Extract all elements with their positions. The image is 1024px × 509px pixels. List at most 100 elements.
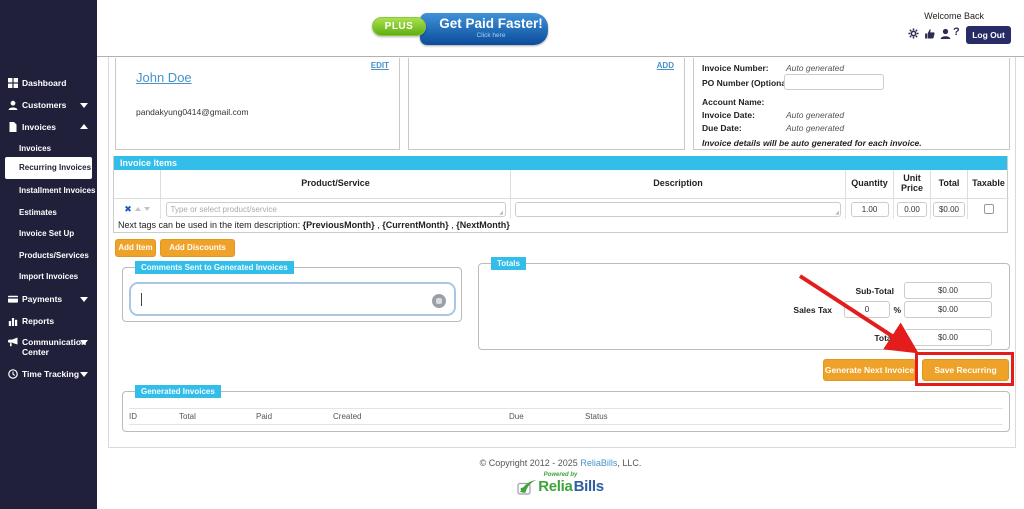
generated-invoices-section: Generated Invoices ID Total Paid Created… (122, 391, 1010, 432)
invoice-date-value: Auto generated (786, 110, 844, 120)
customer-email: pandakyung0414@gmail.com (136, 107, 249, 117)
product-service-input[interactable] (166, 202, 506, 217)
sidebar-item-label: Payments (22, 294, 62, 304)
welcome-back-text: Welcome Back (924, 11, 984, 21)
invoice-number-label: Invoice Number: (702, 63, 769, 73)
col-header-quantity: Quantity (846, 170, 894, 199)
customers-icon (8, 100, 18, 110)
totals-section: Totals Sub-Total Sales Tax % Total (478, 263, 1010, 350)
sidebar-item-dashboard[interactable]: Dashboard (0, 77, 97, 91)
add-discounts-button[interactable]: Add Discounts (160, 239, 235, 257)
gi-col-due: Due (509, 412, 524, 421)
col-header-description: Description (511, 170, 846, 199)
item-total-input[interactable] (933, 202, 965, 217)
reliabills-logo-icon (517, 479, 537, 495)
invoice-number-value: Auto generated (786, 63, 844, 73)
delete-item-icon[interactable]: ✖ (124, 204, 132, 215)
total-label: Total (874, 333, 894, 343)
logout-button[interactable]: Log Out (966, 26, 1011, 44)
edit-customer-link[interactable]: EDIT (371, 61, 389, 70)
account-name-label: Account Name: (702, 97, 764, 107)
totals-title: Totals (491, 257, 526, 270)
move-up-icon[interactable] (135, 207, 141, 211)
gi-col-created: Created (333, 412, 361, 421)
invoice-items-header: Invoice Items (114, 156, 1007, 170)
sidebar-subitem-products-services[interactable]: Products/Services (0, 250, 97, 263)
taxable-checkbox[interactable] (984, 204, 994, 214)
gi-col-status: Status (585, 412, 608, 421)
sales-tax-rate-input[interactable] (844, 301, 890, 318)
col-header-product: Product/Service (161, 170, 511, 199)
sidebar-subitem-installment-invoices[interactable]: Installment Invoices (0, 185, 97, 198)
tag-previous-month: {PreviousMonth} (303, 220, 375, 230)
megaphone-icon (8, 337, 18, 347)
sidebar-item-label: Reports (22, 316, 54, 326)
chevron-up-icon (80, 124, 88, 129)
gear-icon[interactable] (908, 28, 919, 39)
item-row-actions: ✖ (114, 199, 161, 219)
due-date-value: Auto generated (786, 123, 844, 133)
emoji-icon[interactable] (432, 294, 446, 308)
tags-note: Next tags can be used in the item descri… (118, 220, 510, 230)
chevron-down-icon (80, 340, 88, 345)
move-down-icon[interactable] (144, 207, 150, 211)
sidebar-subitem-recurring-invoices-active[interactable]: Recurring Invoices (5, 157, 92, 179)
sidebar-item-label: Invoices (22, 122, 56, 132)
plus-badge[interactable]: PLUS (372, 17, 426, 36)
app-root: Dashboard Customers Invoices Invoices Re… (0, 0, 1024, 509)
percent-sign: % (893, 305, 901, 315)
item-row-total-cell (931, 199, 968, 219)
sidebar-subitem-invoice-set-up[interactable]: Invoice Set Up (0, 228, 97, 241)
sidebar-subitem-import-invoices[interactable]: Import Invoices (0, 271, 97, 284)
sidebar-item-label: Communication Center (22, 337, 78, 357)
footer: © Copyright 2012 - 2025 ReliaBills, LLC.… (97, 458, 1024, 495)
sidebar-item-payments[interactable]: Payments (0, 293, 97, 307)
subtotal-label: Sub-Total (855, 286, 894, 296)
thumbs-up-icon[interactable] (924, 28, 935, 39)
help-icon[interactable]: ? (953, 26, 964, 37)
comments-input[interactable] (129, 282, 456, 316)
sales-tax-label: Sales Tax (793, 305, 832, 315)
sidebar-item-reports[interactable]: Reports (0, 315, 97, 329)
item-row-taxable-cell (968, 199, 1009, 219)
due-date-label: Due Date: (702, 123, 742, 133)
top-header: PLUS Get Paid Faster! Click here Welcome… (97, 0, 1024, 57)
item-row-quantity-cell (846, 199, 894, 219)
chevron-down-icon (80, 103, 88, 108)
sidebar-item-customers[interactable]: Customers (0, 99, 97, 113)
reliabills-link[interactable]: ReliaBills (580, 458, 617, 468)
invoice-date-label: Invoice Date: (702, 110, 755, 120)
quantity-input[interactable] (851, 202, 889, 217)
customer-name-link[interactable]: John Doe (136, 70, 192, 85)
dashboard-icon (8, 78, 18, 88)
description-input[interactable] (515, 202, 841, 217)
gi-col-id: ID (129, 412, 137, 421)
total-input[interactable] (904, 329, 992, 346)
text-caret (141, 293, 142, 306)
sidebar-subitem-estimates[interactable]: Estimates (0, 207, 97, 220)
reports-icon (8, 316, 18, 326)
invoices-icon (8, 122, 18, 132)
copyright-text: © Copyright 2012 - 2025 ReliaBills, LLC. (97, 458, 1024, 468)
add-link[interactable]: ADD (657, 61, 674, 70)
generate-next-invoice-button[interactable]: Generate Next Invoice (823, 359, 916, 381)
sales-tax-amount-input[interactable] (904, 301, 992, 318)
generated-invoices-header-row: ID Total Paid Created Due Status (129, 408, 1003, 425)
save-recurring-invoice-button[interactable]: Save Recurring Invoice (922, 359, 1009, 381)
col-header-unit-price: Unit Price (894, 170, 931, 199)
recipients-panel: ADD (408, 58, 685, 150)
sidebar-item-label: Customers (22, 100, 66, 110)
po-number-input[interactable] (784, 74, 884, 90)
unit-price-input[interactable] (897, 202, 927, 217)
tag-current-month: {CurrentMonth} (382, 220, 449, 230)
user-icon[interactable] (940, 28, 951, 39)
get-paid-faster-banner[interactable]: Get Paid Faster! Click here (420, 13, 548, 45)
sidebar-item-time-tracking[interactable]: Time Tracking (0, 368, 97, 382)
comments-section: Comments Sent to Generated Invoices (122, 267, 462, 322)
sidebar-item-communication-center[interactable]: Communication Center (0, 336, 97, 360)
add-item-button[interactable]: Add Item (115, 239, 156, 257)
item-row-description-cell: ◢ (511, 199, 846, 219)
sidebar-subitem-invoices[interactable]: Invoices (0, 143, 97, 156)
subtotal-input[interactable] (904, 282, 992, 299)
sidebar-item-invoices[interactable]: Invoices (0, 121, 97, 135)
